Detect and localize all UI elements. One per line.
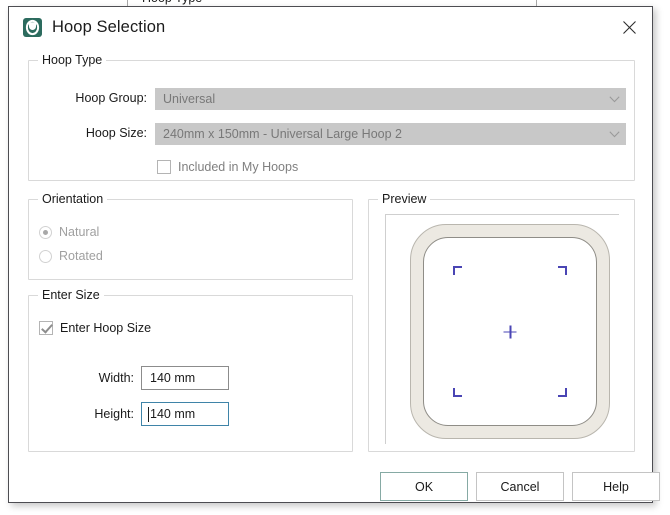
orientation-rotated-label: Rotated (59, 249, 103, 263)
checkbox-box (157, 160, 171, 174)
hoop-type-group-label: Hoop Type (38, 53, 107, 67)
radio-circle (39, 225, 52, 239)
close-icon[interactable] (606, 7, 652, 48)
crosshair-icon (503, 325, 517, 338)
hoop-size-dropdown[interactable]: 240mm x 150mm - Universal Large Hoop 2 (155, 123, 626, 145)
enter-hoop-size-checkbox[interactable]: Enter Hoop Size (39, 321, 151, 335)
dialog-titlebar: Hoop Selection (9, 7, 652, 48)
orientation-natural-label: Natural (59, 225, 100, 239)
radio-circle (39, 249, 52, 263)
orientation-group: Orientation (28, 192, 353, 280)
enter-hoop-size-label: Enter Hoop Size (60, 321, 152, 335)
ok-button-label: OK (414, 479, 434, 494)
hoop-size-label: Hoop Size: (85, 126, 147, 140)
enter-size-group-label: Enter Size (38, 288, 104, 302)
hoop-type-group: Hoop Type (28, 53, 635, 181)
corner-mark-bottom-right-icon (558, 388, 567, 397)
orientation-radio-natural[interactable]: Natural (39, 225, 99, 239)
width-label: Width: (98, 371, 134, 385)
chevron-down-icon (603, 89, 625, 109)
help-button-label: Help (603, 479, 629, 494)
width-value: 140 mm (150, 371, 196, 385)
height-value: 140 mm (150, 407, 196, 421)
hoop-size-value: 240mm x 150mm - Universal Large Hoop 2 (163, 127, 402, 141)
included-in-my-hoops-label: Included in My Hoops (178, 160, 299, 174)
hoop-selection-dialog: Hoop Selection Hoop Type Hoop Group: Uni… (8, 6, 660, 503)
preview-group: Preview (368, 192, 635, 452)
corner-mark-top-left-icon (453, 266, 462, 275)
hoop-group-label: Hoop Group: (75, 91, 147, 105)
orientation-group-label: Orientation (38, 192, 108, 206)
included-in-my-hoops-checkbox[interactable]: Included in My Hoops (157, 160, 298, 174)
preview-canvas (385, 214, 619, 444)
hoop-app-icon (23, 18, 42, 37)
background-groupbox-label: Hoop Type (138, 0, 207, 5)
height-input[interactable]: 140 mm (141, 402, 229, 426)
cancel-button-label: Cancel (500, 479, 540, 494)
width-input[interactable]: 140 mm (141, 366, 229, 390)
preview-group-label: Preview (378, 192, 431, 206)
dialog-title: Hoop Selection (52, 18, 166, 36)
corner-mark-top-right-icon (558, 266, 567, 275)
chevron-down-icon (603, 124, 625, 144)
cancel-button[interactable]: Cancel (476, 472, 564, 501)
orientation-radio-rotated[interactable]: Rotated (39, 249, 103, 263)
hoop-frame-outer (410, 224, 610, 439)
hoop-group-value: Universal (163, 92, 216, 106)
corner-mark-bottom-left-icon (453, 388, 462, 397)
hoop-group-dropdown[interactable]: Universal (155, 88, 626, 110)
height-label: Height: (94, 407, 134, 421)
checkbox-box (39, 321, 53, 335)
hoop-frame-inner (423, 237, 597, 426)
ok-button[interactable]: OK (380, 472, 468, 501)
help-button[interactable]: Help (572, 472, 660, 501)
